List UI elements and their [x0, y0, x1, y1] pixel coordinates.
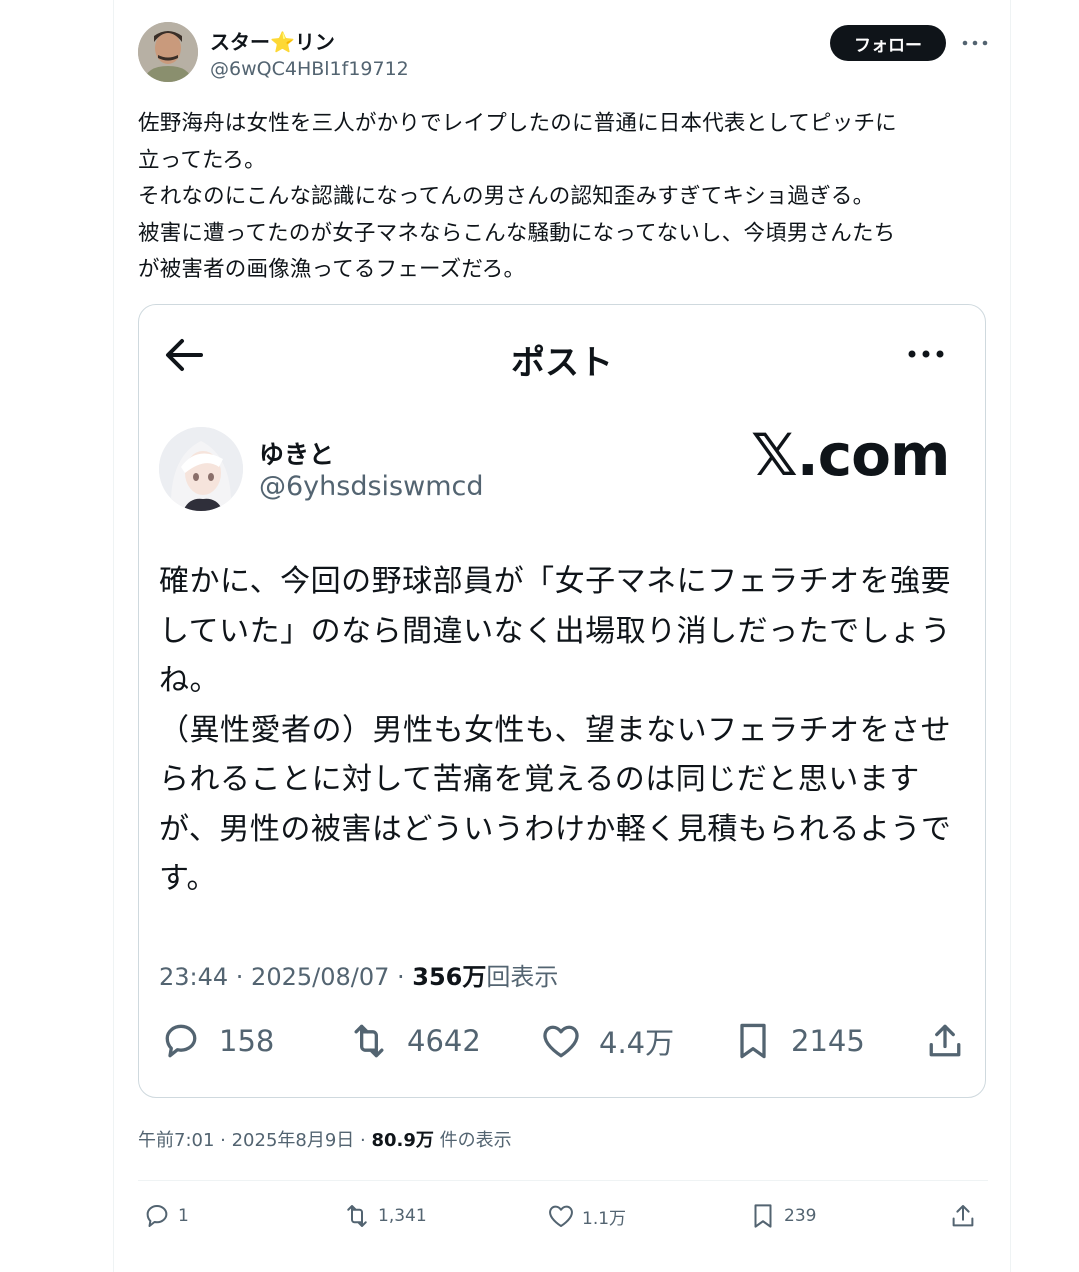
quoted-author-handle: @6yhsdsiswmcd: [259, 471, 484, 502]
quoted-text-line: していた」のなら間違いなく出場取り消しだったでしょう: [159, 613, 952, 649]
views-count: 80.9万: [371, 1130, 434, 1151]
quoted-author-avatar: [159, 427, 243, 511]
quoted-timestamp: 23:44 · 2025/08/07 ·: [159, 963, 413, 991]
tweet-header: スター⭐️リン @6wQC4HBl1f19712 フォロー: [138, 22, 988, 86]
bookmark-icon: [754, 1204, 772, 1228]
quoted-repost-stat: 4642: [347, 1017, 481, 1065]
attached-image[interactable]: ポスト ゆきと @6yhsdsiswmcd 𝕏.com 確かに、今回の野球部員が…: [138, 304, 986, 1098]
like-button[interactable]: 1.1万: [546, 1198, 626, 1234]
quoted-post-meta: 23:44 · 2025/08/07 · 356万回表示: [159, 957, 558, 992]
author-avatar[interactable]: [138, 22, 198, 82]
quoted-like-stat: 4.4万: [539, 1017, 674, 1065]
quoted-share-stat: [923, 1017, 967, 1065]
quoted-text-line: られることに対して苦痛を覚えるのは同じだと思います: [159, 762, 920, 797]
more-options-icon[interactable]: [958, 32, 992, 54]
divider: [138, 1180, 988, 1181]
embedded-more-icon: [903, 343, 949, 365]
quoted-text-line: ね。: [159, 663, 220, 698]
xcom-watermark: 𝕏.com: [751, 421, 950, 489]
quoted-text-line: 確かに、今回の野球部員が「女子マネにフェラチオを強要: [159, 564, 952, 599]
timeline-right-border: [1010, 0, 1011, 1272]
quoted-text-line: （異性愛者の）男性も女性も、望まないフェラチオをさせ: [159, 712, 952, 748]
tweet-text-line: が被害者の画像漁ってるフェーズだろ。: [138, 257, 526, 282]
share-button[interactable]: [948, 1198, 978, 1234]
repost-icon: [354, 1024, 384, 1058]
quoted-reply-stat: 158: [159, 1017, 274, 1065]
author-handle[interactable]: @6wQC4HBl1f19712: [210, 58, 409, 80]
tweet-text-line: 立ってたろ。: [138, 147, 266, 173]
reply-count: 1: [178, 1206, 189, 1226]
repost-icon: [347, 1205, 367, 1227]
bookmark-count: 239: [784, 1206, 817, 1226]
share-icon: [952, 1205, 974, 1227]
heart-icon: [549, 1205, 573, 1227]
repost-button[interactable]: 1,341: [342, 1198, 427, 1234]
heart-icon: [543, 1025, 579, 1058]
tweet-timestamp[interactable]: 午前7:01 · 2025年8月9日 ·: [138, 1130, 371, 1151]
views-label: 件の表示: [433, 1130, 512, 1151]
quoted-bookmark-stat: 2145: [731, 1017, 865, 1065]
tweet-meta: 午前7:01 · 2025年8月9日 · 80.9万 件の表示: [138, 1126, 512, 1152]
reply-icon: [165, 1024, 197, 1058]
tweet-text-line: 被害に遭ってたのが女子マネならこんな騒動になってないし、今頃男さんたち: [138, 220, 896, 246]
quoted-post-text: 確かに、今回の野球部員が「女子マネにフェラチオを強要 していた」のなら間違いなく…: [159, 557, 959, 904]
quoted-action-bar: 158 4642 4.4万 2145: [159, 1017, 967, 1065]
quoted-text-line: が、男性の被害はどういうわけか軽く見積もられるようで: [159, 811, 952, 847]
quoted-like-count: 4.4万: [599, 1026, 675, 1060]
quoted-views-count: 356万: [412, 963, 487, 991]
tweet-text-line: それなのにこんな認識になってんの男さんの認知歪みすぎてキショ過ぎる。: [138, 184, 875, 209]
follow-button[interactable]: フォロー: [830, 25, 946, 61]
bookmark-button[interactable]: 239: [748, 1198, 816, 1234]
share-icon: [929, 1024, 961, 1057]
quoted-text-line: す。: [159, 861, 217, 896]
tweet-text-line: 佐野海舟は女性を三人がかりでレイプしたのに普通に日本代表としてピッチに: [138, 111, 897, 136]
reply-icon: [146, 1205, 168, 1227]
author-display-name[interactable]: スター⭐️リン: [210, 26, 335, 55]
quoted-reply-count: 158: [219, 1024, 275, 1058]
timeline-left-border: [113, 0, 114, 1272]
quoted-views-label: 回表示: [486, 963, 559, 991]
embedded-screen-title: ポスト: [511, 343, 613, 383]
bookmark-icon: [740, 1023, 766, 1059]
tweet-action-bar: 1 1,341 1.1万 239: [138, 1198, 988, 1234]
reply-button[interactable]: 1: [142, 1198, 189, 1234]
quoted-author-name: ゆきと: [259, 440, 335, 469]
tweet-text: 佐野海舟は女性を三人がかりでレイプしたのに普通に日本代表としてピッチに 立ってた…: [138, 106, 988, 289]
quoted-bookmark-count: 2145: [791, 1024, 865, 1058]
repost-count: 1,341: [378, 1206, 427, 1226]
like-count: 1.1万: [582, 1208, 627, 1229]
quoted-repost-count: 4642: [407, 1024, 481, 1058]
